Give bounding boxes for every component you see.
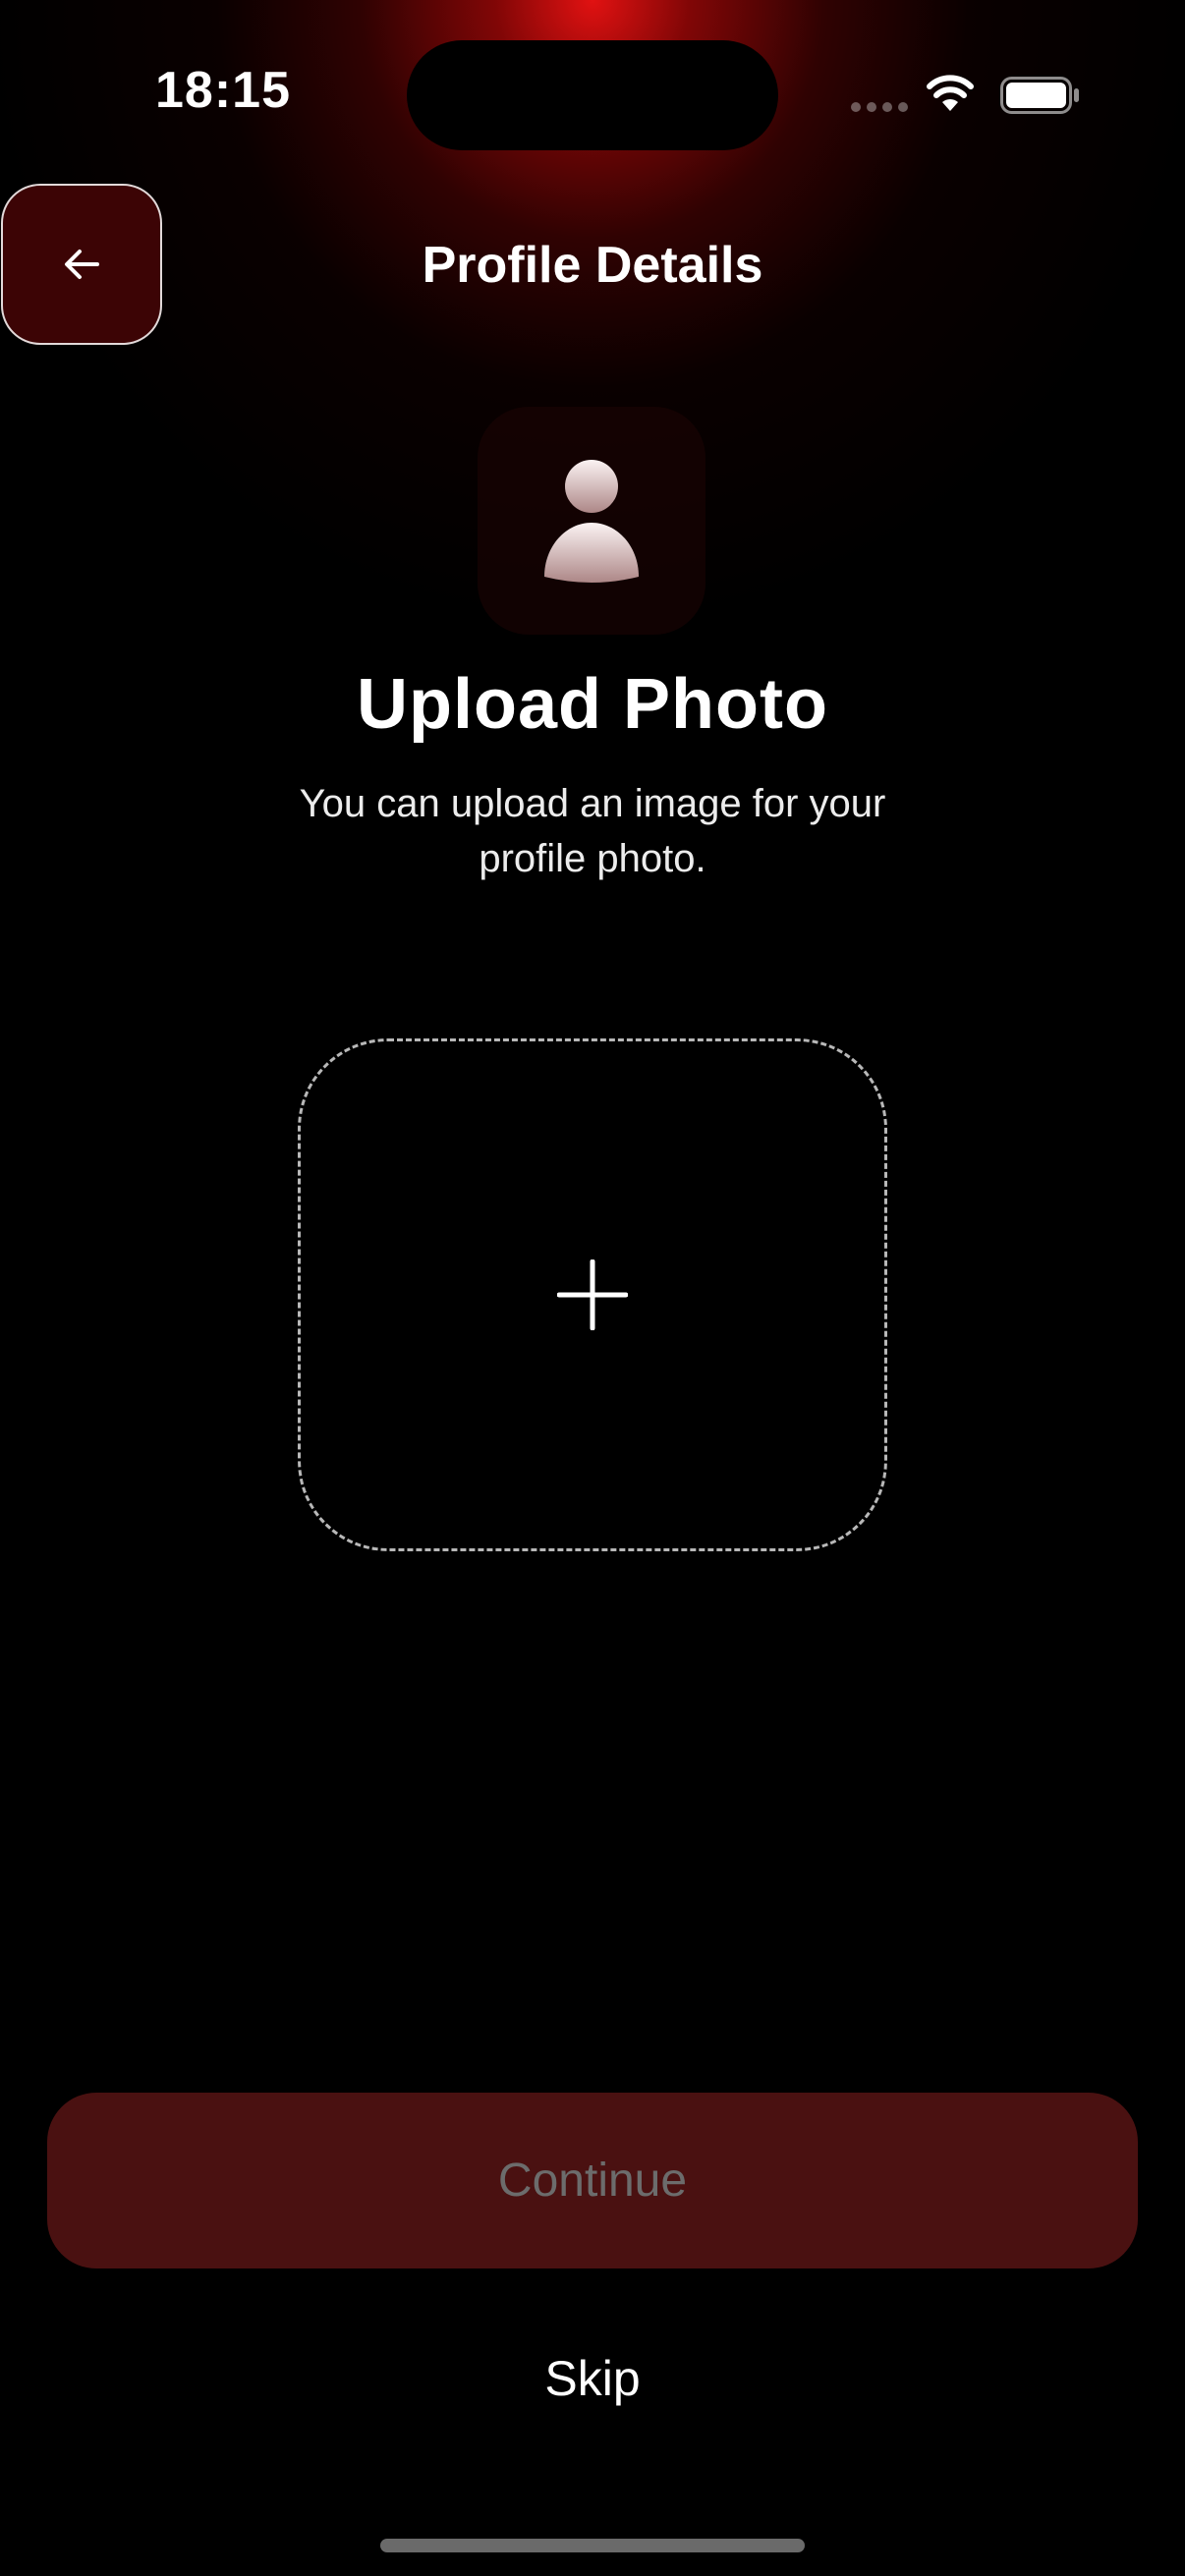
page-title: Profile Details [422, 237, 763, 294]
dynamic-island [407, 40, 778, 150]
upload-photo-dropzone[interactable] [298, 1038, 887, 1551]
upload-subtitle: You can upload an image for your profile… [299, 782, 886, 880]
battery-icon [1000, 77, 1079, 114]
plus-icon [557, 1260, 628, 1330]
home-indicator [380, 2539, 805, 2552]
continue-button[interactable]: Continue [47, 2093, 1138, 2268]
status-bar-time: 18:15 [155, 62, 291, 119]
cellular-signal-icon [851, 102, 908, 112]
upload-heading: Upload Photo [357, 665, 828, 744]
person-icon [544, 460, 639, 583]
skip-button[interactable]: Skip [494, 2350, 691, 2407]
wifi-icon [927, 75, 974, 111]
